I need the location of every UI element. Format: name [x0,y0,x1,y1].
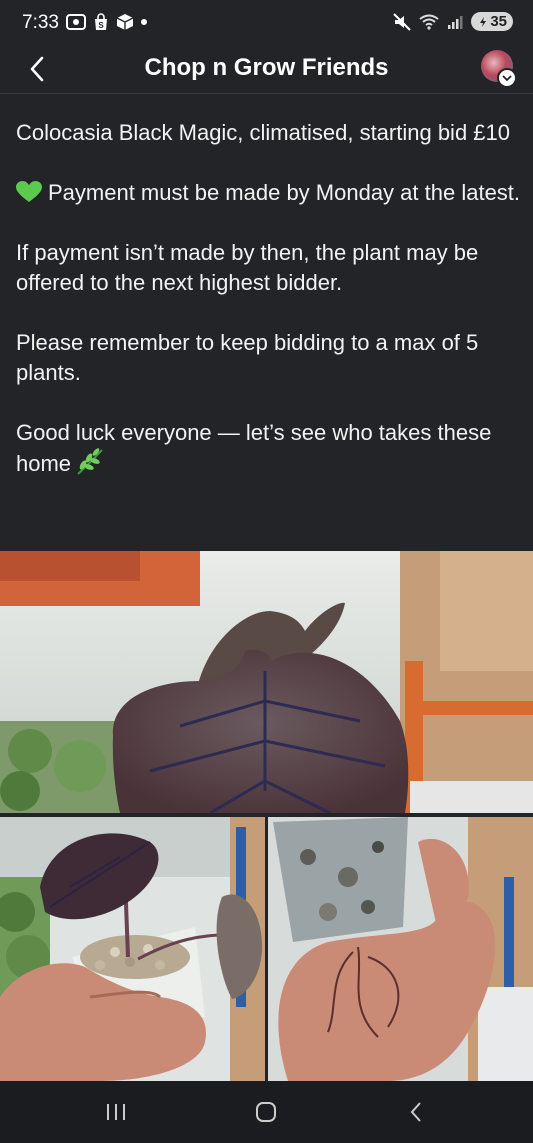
post-paragraph: If payment isn’t made by then, the plant… [16,240,479,295]
plant-photo-roots[interactable] [268,817,533,1081]
notification-icons: S [66,13,148,31]
home-button[interactable] [246,1097,286,1127]
plant-photo-main[interactable] [0,551,533,813]
status-time: 7:33 [22,12,59,33]
shopping-bag-icon: S [95,13,107,30]
back-icon [410,1102,421,1122]
page-title: Chop n Grow Friends [144,54,389,81]
chevron-down-icon[interactable] [497,68,517,88]
dot-icon [141,19,147,25]
recents-icon [107,1104,125,1120]
chevron-left-icon [30,56,44,82]
package-icon [116,14,134,30]
mute-icon [393,12,412,31]
post-paragraph: Colocasia Black Magic, climatised, start… [16,120,511,145]
battery-icon: 35 [471,12,513,31]
system-icons: 35 [393,12,513,31]
nav-back-button[interactable] [396,1097,436,1127]
signal-icon [448,15,463,29]
system-nav-bar [0,1081,533,1143]
green-heart-icon [16,181,42,202]
herb-icon [77,448,103,475]
home-icon [256,1102,276,1122]
wifi-icon [419,14,439,30]
svg-text:S: S [98,21,104,30]
post-paragraph: Payment must be made by Monday at the la… [16,178,521,208]
status-bar: 7:33 S 35 [0,0,533,46]
screenshot-icon [66,14,86,30]
post-paragraph: Please remember to keep bidding to a max… [16,330,479,385]
recents-button[interactable] [96,1097,136,1127]
back-button[interactable] [22,52,52,86]
post-paragraph: Good luck everyone — let’s see who takes… [16,420,492,476]
plant-photo-pot[interactable] [0,817,265,1081]
battery-level: 35 [490,13,507,30]
post-body: Colocasia Black Magic, climatised, start… [16,118,521,479]
app-bar: Chop n Grow Friends [0,46,533,94]
